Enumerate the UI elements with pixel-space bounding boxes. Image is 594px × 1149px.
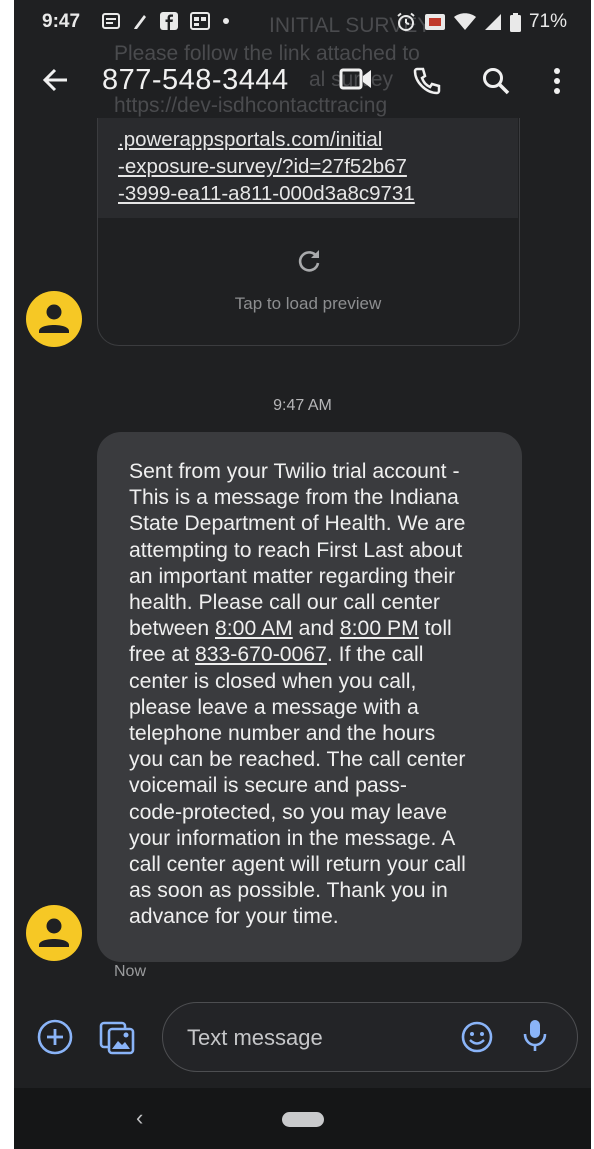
message-line: code-protected, so you may leave [129,800,447,824]
contact-avatar[interactable] [26,905,82,961]
text-fragment: . If the call [326,643,424,667]
search-icon[interactable] [481,66,511,96]
dot-icon [223,18,229,24]
gallery-icon[interactable] [98,1016,138,1056]
text-fragment: between [129,617,215,641]
text-fragment: toll [418,617,452,641]
text-fragment: and [292,617,340,641]
reload-icon[interactable] [296,248,322,274]
message-line: you can be reached. The call center [129,748,466,772]
cast-icon [424,14,445,30]
message-notification-icon [102,13,120,29]
text-message-input[interactable] [185,1020,439,1056]
battery-percent: 71% [528,11,567,32]
calendar-grid-icon [190,12,210,30]
phone-call-icon[interactable] [412,66,442,96]
link-preview-card[interactable]: .powerappsportals.com/initial -exposure-… [97,118,520,346]
message-line: advance for your time. [129,905,339,929]
phone-screen: INITIAL SURVEY Please follow the link at… [14,0,591,1149]
message-line: State Department of Health. We are [129,512,466,536]
microphone-icon[interactable] [521,1017,549,1055]
status-time: 9:47 [42,11,81,32]
message-composer [14,996,591,1078]
pen-icon [134,15,146,29]
message-line: attempting to reach First Last about [129,538,463,562]
person-icon [39,304,69,333]
message-status: Now [114,963,147,980]
message-line: as soon as possible. Thank you in [129,879,448,903]
conversation-header: 877-548-3444 [14,44,591,120]
survey-link[interactable]: .powerappsportals.com/initial -exposure-… [118,126,415,207]
message-line: health. Please call our call center [129,591,440,615]
person-icon [39,918,69,947]
system-nav-bar: ‹ [14,1088,591,1149]
message-line: This is a message from the Indiana [129,486,459,510]
time-link-8pm[interactable]: 8:00 PM [340,617,419,640]
emoji-icon[interactable] [459,1019,495,1055]
contact-title: 877-548-3444 [102,64,289,96]
message-line: your information in the message. A [129,826,456,850]
notification-icons [102,12,230,30]
contact-avatar[interactable] [26,291,82,347]
message-line: voicemail is secure and pass- [129,774,407,798]
phone-number-link[interactable]: 833-670-0067 [195,643,327,666]
wifi-icon [453,13,476,30]
system-icons: 71% [396,11,567,33]
nav-back-icon[interactable]: ‹ [136,1105,143,1131]
message-line: call center agent will return your call [129,853,466,877]
message-line: center is closed when you call, [129,669,417,693]
message-timestamp: 9:47 AM [273,397,332,414]
signal-icon [484,14,501,30]
facebook-icon [160,12,178,30]
message-bubble[interactable]: Sent from your Twilio trial account - Th… [97,432,522,962]
message-line: please leave a message with a [129,695,419,719]
message-line: an important matter regarding their [129,564,456,588]
nav-home-pill[interactable] [282,1112,324,1127]
message-line: free at 833-670-0067. If the call [129,642,509,668]
more-vert-icon[interactable] [552,66,562,96]
tap-to-load-preview[interactable]: Tap to load preview [98,294,518,314]
message-line: between 8:00 AM and 8:00 PM toll [129,616,509,642]
message-text: Sent from your Twilio trial account - Th… [129,459,509,931]
message-line: Sent from your Twilio trial account - [129,460,460,483]
message-input-container[interactable] [162,1002,578,1072]
back-arrow-icon[interactable] [42,66,70,94]
text-fragment: free at [129,643,195,667]
video-call-icon[interactable] [339,66,373,92]
link-bubble: .powerappsportals.com/initial -exposure-… [98,118,518,218]
message-line: telephone number and the hours [129,722,436,746]
status-bar: 9:47 71% [14,0,591,44]
alarm-icon [397,12,415,31]
battery-icon [509,12,521,32]
add-icon[interactable] [36,1018,74,1056]
time-link-8am[interactable]: 8:00 AM [215,617,293,640]
